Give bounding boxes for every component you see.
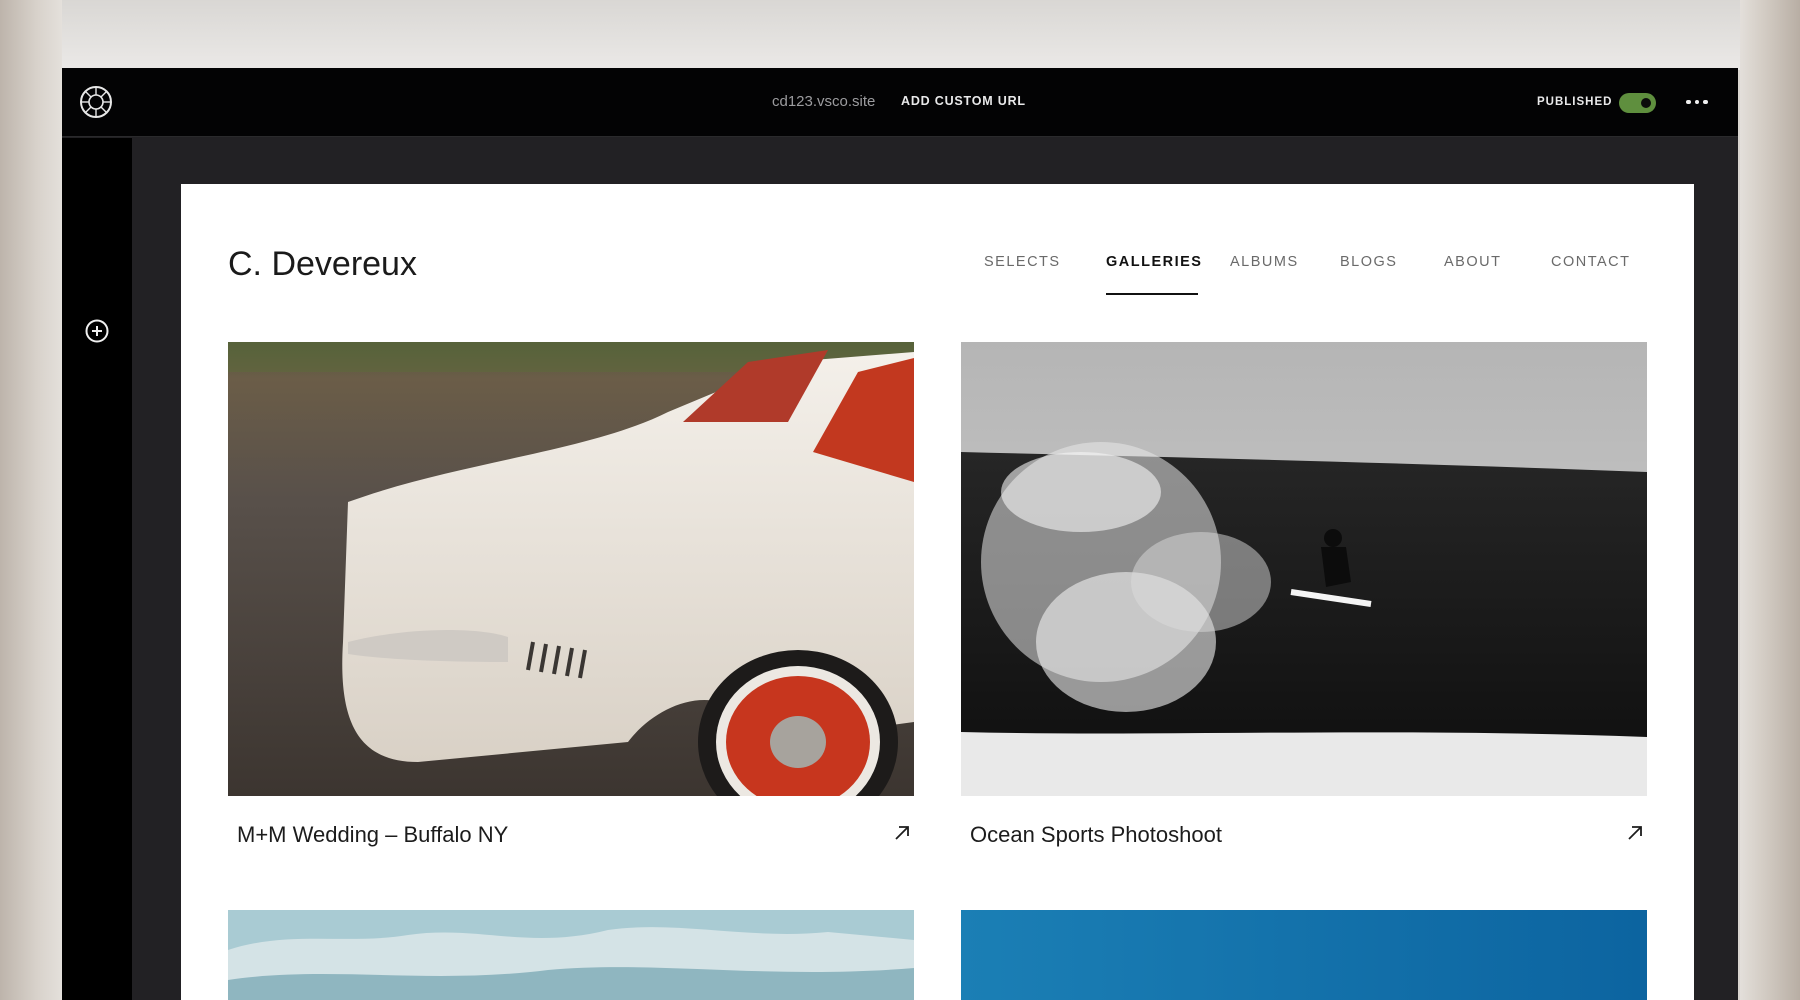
background-left <box>0 0 62 1000</box>
gallery-cover-image[interactable] <box>228 910 914 1000</box>
gallery-cover-image[interactable] <box>228 342 914 796</box>
nav-item-about[interactable]: ABOUT <box>1444 254 1501 270</box>
plus-circle-icon[interactable] <box>84 318 110 344</box>
editor-window: cd123.vsco.site ADD CUSTOM URL PUBLISHED… <box>62 68 1738 1000</box>
published-label: PUBLISHED <box>1537 96 1613 108</box>
top-bar: cd123.vsco.site ADD CUSTOM URL PUBLISHED <box>62 68 1738 137</box>
arrow-up-right-icon[interactable] <box>1626 824 1644 842</box>
gallery-cover-image[interactable] <box>961 342 1647 796</box>
site-brand[interactable]: C. Devereux <box>228 245 417 284</box>
gallery-cover-image[interactable] <box>961 910 1647 1000</box>
gallery-title[interactable]: M+M Wedding – Buffalo NY <box>237 822 508 848</box>
toggle-knob <box>1641 98 1651 108</box>
nav-item-selects[interactable]: SELECTS <box>984 254 1061 270</box>
arrow-up-right-icon[interactable] <box>893 824 911 842</box>
add-custom-url-button[interactable]: ADD CUSTOM URL <box>901 94 1026 108</box>
more-horizontal-icon[interactable] <box>1682 92 1712 112</box>
nav-item-blogs[interactable]: BLOGS <box>1340 254 1397 270</box>
site-url[interactable]: cd123.vsco.site <box>772 93 875 110</box>
background-right <box>1740 0 1800 1000</box>
nav-item-galleries[interactable]: GALLERIES <box>1106 254 1202 270</box>
nav-item-albums[interactable]: ALBUMS <box>1230 254 1299 270</box>
nav-active-underline <box>1106 293 1198 295</box>
sidebar <box>62 138 132 1000</box>
published-toggle[interactable] <box>1619 93 1656 113</box>
nav-item-contact[interactable]: CONTACT <box>1551 254 1631 270</box>
site-preview: C. Devereux SELECTS GALLERIES ALBUMS BLO… <box>181 184 1694 1000</box>
background-top <box>0 0 1800 70</box>
gallery-title[interactable]: Ocean Sports Photoshoot <box>970 822 1222 848</box>
vsco-logo-icon[interactable] <box>79 85 113 119</box>
